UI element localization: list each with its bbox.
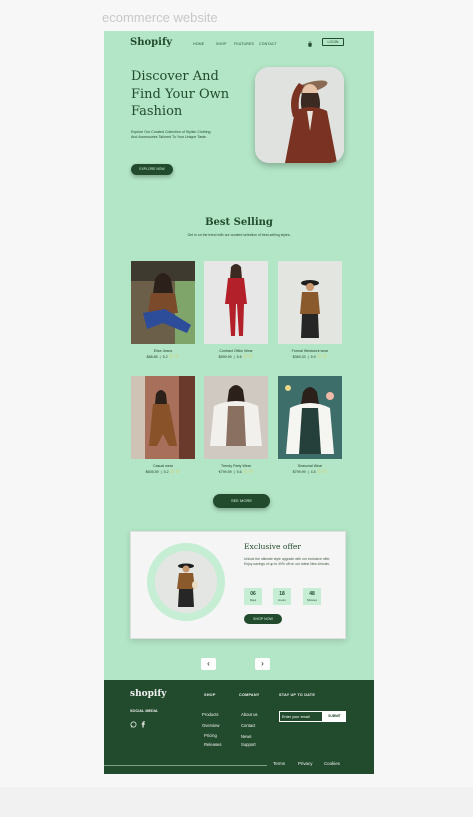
product-meta: $88.85 | 5.2 ☆☆ bbox=[146, 354, 180, 360]
product-name: Elise Jeans bbox=[153, 349, 173, 353]
product-price: €799.59 bbox=[218, 470, 232, 474]
star-icon: ☆☆ bbox=[242, 354, 254, 360]
explore-now-button[interactable]: EXPLORE NOW bbox=[131, 164, 173, 175]
footer-link-cookies[interactable]: Cookies bbox=[324, 761, 340, 766]
prev-arrow-button[interactable]: ‹ bbox=[201, 658, 216, 670]
newsletter-submit-button[interactable]: SUBMIT bbox=[323, 711, 346, 722]
newsletter-email-input[interactable] bbox=[279, 711, 323, 722]
product-card[interactable]: Seasonal Wear $799.99 | 4.5 ☆☆ bbox=[278, 376, 342, 475]
star-icon: ☆☆ bbox=[168, 354, 180, 360]
shop-now-button[interactable]: SHOP NOW bbox=[244, 614, 282, 624]
nav-shop[interactable]: SHOP bbox=[216, 42, 227, 46]
shop-heading: SHOP bbox=[204, 693, 216, 697]
product-price: $605.59 bbox=[145, 470, 159, 474]
see-more-button[interactable]: SEE MORE bbox=[213, 494, 270, 508]
offer-model-image bbox=[155, 551, 217, 613]
product-image[interactable] bbox=[131, 261, 195, 344]
footer-link-privacy[interactable]: Privacy bbox=[298, 761, 312, 766]
footer-link-pricing[interactable]: Pricing bbox=[204, 733, 217, 738]
best-selling-subtitle: Get in on the trend with our curated sel… bbox=[187, 233, 291, 237]
product-rating: 5.2 bbox=[163, 470, 169, 474]
product-image[interactable] bbox=[204, 261, 268, 344]
footer-link-products[interactable]: Products bbox=[202, 712, 219, 717]
product-name: Casual wear bbox=[153, 464, 173, 468]
footer-link-news[interactable]: News bbox=[241, 734, 251, 739]
countdown-days: 06 Days bbox=[244, 588, 262, 605]
product-price: $88.85 bbox=[146, 355, 158, 359]
star-icon: ☆☆ bbox=[316, 354, 328, 360]
offer-title: Exclusive offer bbox=[244, 542, 302, 551]
footer-divider bbox=[104, 765, 267, 766]
next-arrow-button[interactable]: › bbox=[255, 658, 270, 670]
product-card[interactable]: Formal Westwork wear $369.33 | 5.9 ☆☆ bbox=[278, 261, 342, 360]
product-meta: $369.33 | 5.9 ☆☆ bbox=[292, 354, 328, 360]
product-card[interactable]: Casual wear $605.59 | 5.2 ☆☆ bbox=[131, 376, 195, 475]
facebook-icon[interactable] bbox=[141, 721, 145, 728]
footer-logo[interactable]: shopify bbox=[130, 689, 166, 699]
product-price: $369.33 bbox=[292, 355, 306, 359]
product-price: $599.99 bbox=[218, 355, 232, 359]
company-heading: COMPANY bbox=[239, 693, 260, 697]
product-name: Trendy Party Wear bbox=[221, 464, 251, 468]
product-meta: $605.59 | 5.2 ☆☆ bbox=[145, 469, 181, 475]
footer-link-contact[interactable]: Contact bbox=[241, 723, 255, 728]
footer: shopify SOCIAL MEDIA SHOP Products Overv… bbox=[104, 680, 374, 774]
canvas-bottom-band bbox=[0, 787, 473, 817]
social-icons bbox=[130, 715, 148, 733]
product-image[interactable] bbox=[204, 376, 268, 459]
countdown-unit: Minutes bbox=[307, 598, 317, 602]
product-image[interactable] bbox=[131, 376, 195, 459]
footer-link-overview[interactable]: Overview bbox=[202, 723, 219, 728]
countdown-minutes: 48 Minutes bbox=[303, 588, 321, 605]
product-card[interactable]: Contract Office Wear $599.99 | 5.6 ☆☆ bbox=[204, 261, 268, 360]
product-name: Formal Westwork wear bbox=[291, 349, 329, 353]
product-image[interactable] bbox=[278, 376, 342, 459]
product-meta: €799.59 | 5.6 ☆☆ bbox=[218, 469, 254, 475]
product-name: Seasonal Wear bbox=[297, 464, 323, 468]
product-name: Contract Office Wear bbox=[219, 349, 253, 353]
countdown-value: 06 bbox=[250, 591, 256, 597]
login-button[interactable]: LOGIN bbox=[322, 38, 344, 46]
countdown-value: 18 bbox=[279, 591, 285, 597]
star-icon: ☆☆ bbox=[169, 469, 181, 475]
hero-description: Explore Our Curated Collection of Stylis… bbox=[131, 130, 211, 140]
nav-features[interactable]: FEATURES bbox=[234, 42, 254, 46]
countdown-unit: Days bbox=[249, 598, 257, 602]
shopping-bag-icon[interactable] bbox=[307, 41, 313, 47]
product-rating: 5.9 bbox=[310, 355, 316, 359]
product-price: $799.99 bbox=[292, 470, 306, 474]
nav-contact[interactable]: CONTACT bbox=[259, 42, 277, 46]
product-image[interactable] bbox=[278, 261, 342, 344]
product-rating: 5.2 bbox=[162, 355, 168, 359]
ecommerce-frame: Shopify HOME SHOP FEATURES CONTACT LOGIN… bbox=[104, 31, 374, 774]
whatsapp-icon[interactable] bbox=[130, 721, 137, 728]
product-rating: 5.6 bbox=[236, 470, 242, 474]
offer-description: Unlock the ultimate style upgrade with o… bbox=[244, 557, 331, 566]
stay-up-to-date-heading: STAY UP TO DATE bbox=[279, 693, 316, 697]
star-icon: ☆☆ bbox=[316, 469, 328, 475]
footer-link-releases[interactable]: Releases bbox=[204, 742, 221, 747]
product-meta: $599.99 | 5.6 ☆☆ bbox=[218, 354, 254, 360]
exclusive-offer-card: Exclusive offer Unlock the ultimate styl… bbox=[130, 531, 346, 639]
countdown-unit: Hours bbox=[278, 598, 286, 602]
hero-title: Discover And Find Your Own Fashion bbox=[131, 69, 230, 119]
best-selling-title: Best Selling bbox=[205, 217, 273, 228]
footer-link-support[interactable]: Support bbox=[241, 742, 256, 747]
product-rating: 4.5 bbox=[310, 470, 316, 474]
brand-logo[interactable]: Shopify bbox=[130, 37, 172, 48]
canvas-label: ecommerce website bbox=[102, 10, 218, 25]
product-meta: $799.99 | 4.5 ☆☆ bbox=[292, 469, 328, 475]
footer-link-terms[interactable]: Terms bbox=[273, 761, 285, 766]
hero-model-image bbox=[255, 67, 344, 163]
product-rating: 5.6 bbox=[236, 355, 242, 359]
star-icon: ☆☆ bbox=[242, 469, 254, 475]
product-card[interactable]: Trendy Party Wear €799.59 | 5.6 ☆☆ bbox=[204, 376, 268, 475]
nav-home[interactable]: HOME bbox=[193, 42, 204, 46]
social-media-label: SOCIAL MEDIA bbox=[130, 709, 158, 713]
footer-link-about[interactable]: About us bbox=[241, 712, 258, 717]
product-card[interactable]: Elise Jeans $88.85 | 5.2 ☆☆ bbox=[131, 261, 195, 360]
countdown-hours: 18 Hours bbox=[273, 588, 291, 605]
countdown-value: 48 bbox=[309, 591, 315, 597]
